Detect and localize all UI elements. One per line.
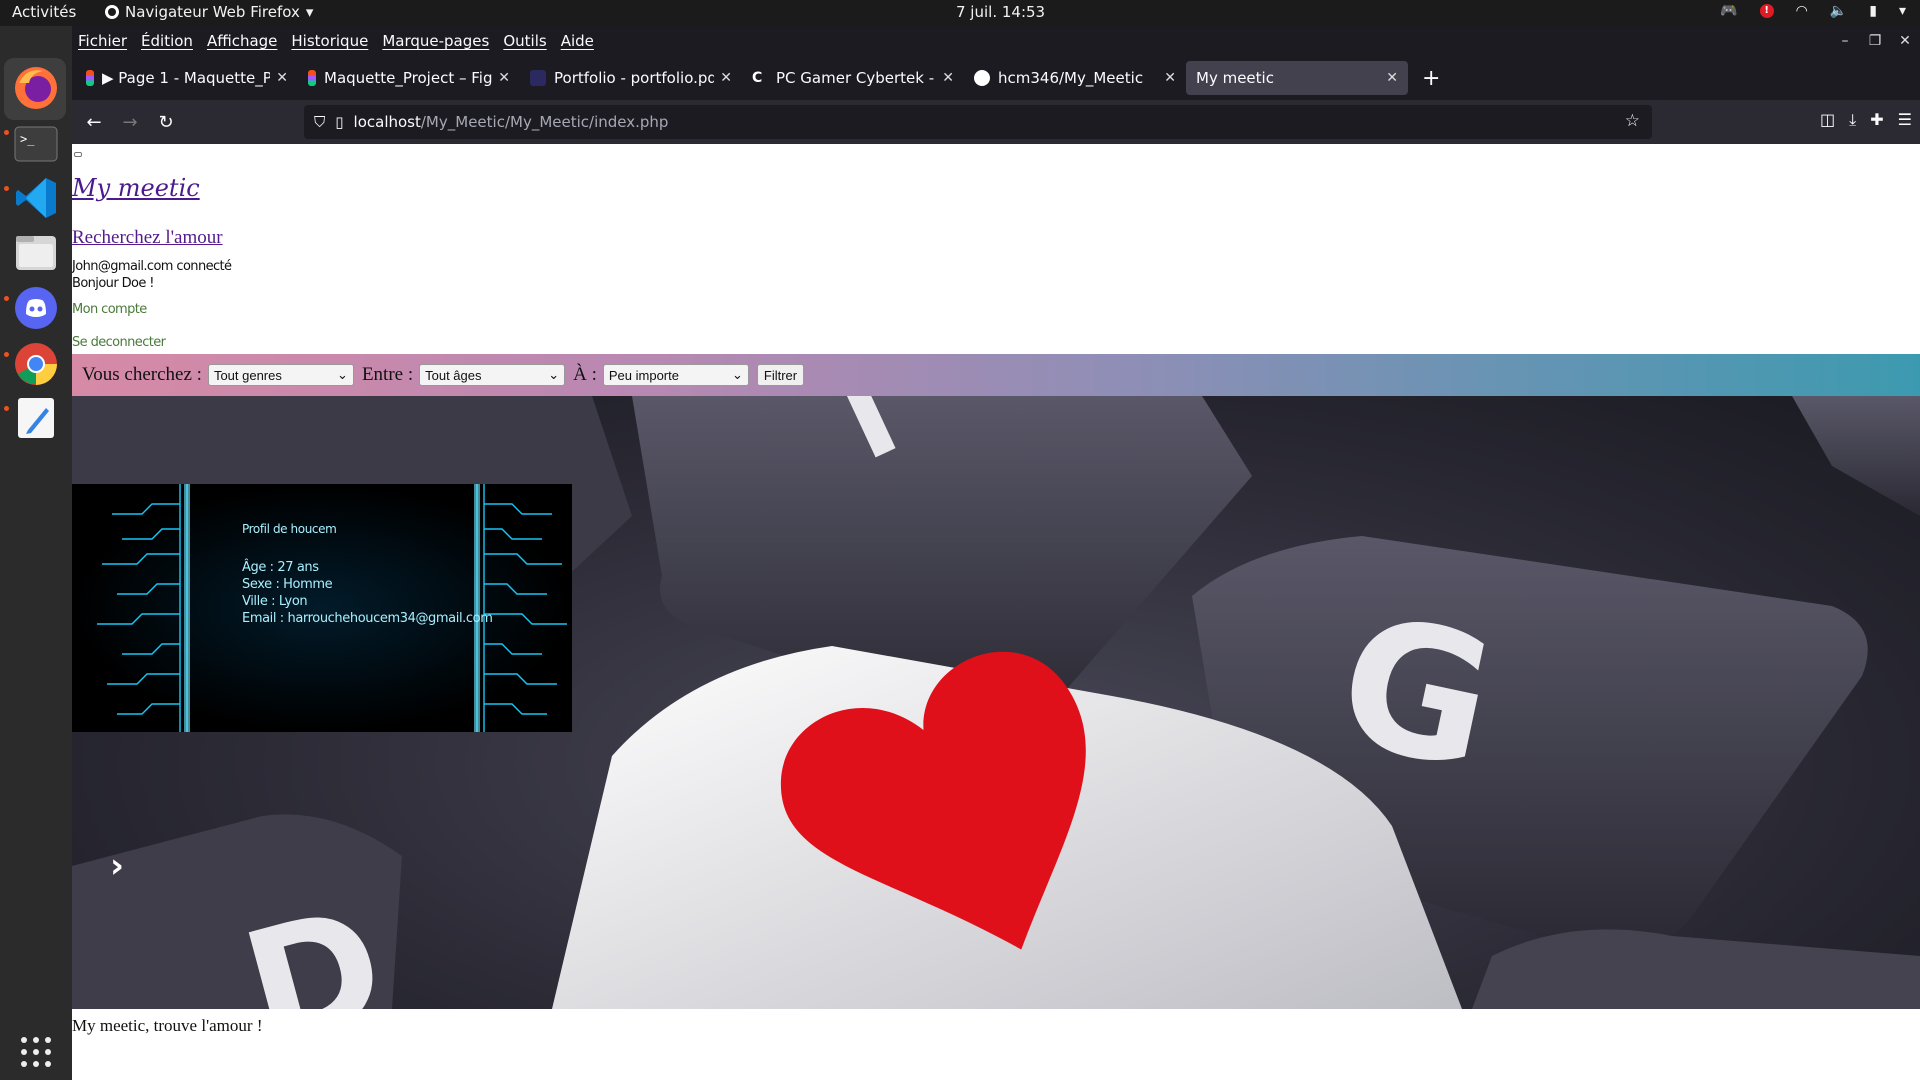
menu-bar: Fichier Édition Affichage Historique Mar… (72, 26, 1920, 56)
firefox-icon[interactable] (10, 62, 62, 114)
tab-cybertek[interactable]: C PC Gamer Cybertek - Ord ✕ (742, 61, 964, 95)
extensions-icon[interactable]: ✚ (1870, 110, 1883, 130)
app-menu[interactable]: Navigateur Web Firefox ▾ (105, 3, 313, 21)
text-editor-icon[interactable] (10, 392, 62, 444)
pdf-icon (530, 70, 546, 86)
site-logo[interactable]: My meetic (72, 174, 200, 202)
tab-github[interactable]: hcm346/My_Meetic ✕ (964, 61, 1186, 95)
menu-outils[interactable]: Outils (503, 32, 546, 50)
chevron-down-icon: ⌄ (731, 367, 743, 382)
url-host: localhost (353, 113, 421, 131)
search-love-link[interactable]: Recherchez l'amour (72, 227, 223, 249)
greeting-text: Bonjour Doe ! (72, 276, 155, 291)
wifi-icon: ◠ (1795, 3, 1808, 19)
filter-label-at: À : (573, 364, 597, 385)
profile-age: Âge : 27 ans (242, 560, 319, 575)
chevron-down-icon: ⌄ (548, 367, 560, 382)
account-link[interactable]: Mon compte (72, 302, 147, 317)
volume-icon: 🔈 (1829, 3, 1848, 19)
close-window-icon[interactable]: ✕ (1890, 26, 1920, 56)
tab-portfolio-pdf[interactable]: Portfolio - portfolio.pdf ✕ (520, 61, 742, 95)
chrome-icon[interactable] (10, 338, 62, 390)
menu-marque-pages[interactable]: Marque-pages (382, 32, 489, 50)
download-icon[interactable]: ⤓ (1849, 110, 1856, 130)
carousel-next-icon[interactable]: › (110, 846, 124, 886)
filter-label-search: Vous cherchez : (82, 364, 202, 385)
chevron-down-icon: ▾ (1898, 3, 1906, 19)
pocket-icon[interactable]: ◫ (1820, 110, 1835, 130)
dock: >_ (0, 26, 72, 1080)
age-select[interactable]: Tout âges ⌄ (419, 364, 566, 386)
terminal-icon[interactable]: >_ (10, 118, 62, 170)
url-bar[interactable]: ⛉ ▯ localhost/My_Meetic/My_Meetic/index.… (304, 105, 1652, 139)
shield-icon[interactable]: ⛉ (314, 113, 325, 131)
close-tab-icon[interactable]: ✕ (942, 70, 954, 86)
hero-carousel: G D Profil de houcem Âge: 27 ans Sexe:… (72, 396, 1920, 1009)
bookmark-star-icon[interactable]: ☆ (1625, 111, 1640, 131)
page-info-icon[interactable]: ▯ (335, 113, 343, 131)
tab-figma-page[interactable]: ▶ Page 1 - Maquette_Pro ✕ (76, 61, 298, 95)
close-tab-icon[interactable]: ✕ (1164, 70, 1176, 86)
profile-email: Email : harrouchehoucem34@gmail.com (242, 611, 493, 626)
tab-figma-project[interactable]: Maquette_Project – Figm ✕ (298, 61, 520, 95)
figma-icon (308, 70, 316, 86)
cybertek-icon: C (752, 70, 763, 86)
figma-icon (86, 70, 94, 86)
close-tab-icon[interactable]: ✕ (720, 70, 732, 86)
broken-button[interactable] (74, 152, 82, 157)
restore-icon[interactable]: ❐ (1860, 26, 1890, 56)
city-select[interactable]: Peu importe ⌄ (602, 364, 749, 386)
web-page: My meetic Recherchez l'amour John@gmail.… (72, 144, 1920, 1080)
close-tab-icon[interactable]: ✕ (1386, 70, 1398, 86)
hamburger-menu-icon[interactable]: ☰ (1898, 110, 1912, 130)
chevron-down-icon: ⌄ (337, 367, 348, 382)
tab-my-meetic[interactable]: My meetic ✕ (1186, 61, 1408, 95)
discord-icon[interactable] (10, 282, 62, 334)
menu-fichier[interactable]: Fichier (78, 32, 127, 50)
filter-bar: Vous cherchez : Tout genres ⌄ Entre : Tou… (72, 354, 1920, 396)
connected-status: John@gmail.com connecté (72, 259, 232, 274)
logout-link[interactable]: Se deconnecter (72, 335, 166, 350)
menu-edition[interactable]: Édition (141, 32, 193, 50)
system-top-bar: Activités Navigateur Web Firefox ▾ 7 jui… (0, 0, 1920, 26)
circuit-decoration-left (97, 484, 190, 732)
tab-bar: ▶ Page 1 - Maquette_Pro ✕ Maquette_Proje… (72, 56, 1920, 100)
menu-affichage[interactable]: Affichage (207, 32, 277, 50)
minimize-icon[interactable]: – (1830, 26, 1860, 56)
filter-label-between: Entre : (361, 364, 414, 385)
circuit-decoration-right (474, 484, 567, 732)
forward-arrow-icon[interactable]: → (112, 112, 148, 133)
new-tab-button[interactable]: + (1422, 66, 1440, 91)
back-arrow-icon[interactable]: ← (76, 112, 112, 133)
footer-text: My meetic, trouve l'amour ! (72, 1016, 263, 1035)
vscode-icon[interactable] (10, 172, 62, 224)
app-grid-icon[interactable] (10, 1026, 62, 1078)
chevron-down-icon: ▾ (305, 3, 314, 21)
activities-button[interactable]: Activités (12, 3, 76, 21)
menu-historique[interactable]: Historique (291, 32, 368, 50)
close-tab-icon[interactable]: ✕ (498, 70, 510, 86)
svg-text:>_: >_ (20, 132, 35, 146)
clock[interactable]: 7 juil. 14:53 (956, 3, 1045, 21)
navigation-bar: ← → ↻ ⛉ ▯ localhost/My_Meetic/My_Meetic/… (72, 100, 1920, 144)
discord-tray-icon[interactable]: 🎮 (1720, 3, 1737, 19)
filter-button[interactable]: Filtrer (756, 364, 805, 386)
profile-city: Ville : Lyon (242, 594, 308, 609)
reload-icon[interactable]: ↻ (148, 112, 184, 133)
github-icon (974, 70, 990, 86)
files-icon[interactable] (10, 226, 62, 278)
profile-sex: Sexe : Homme (242, 577, 333, 592)
menu-aide[interactable]: Aide (561, 32, 594, 50)
system-tray[interactable]: 🎮 ! ◠ 🔈 ▮ ▾ (1720, 3, 1906, 19)
gender-select[interactable]: Tout genres ⌄ (207, 364, 354, 386)
app-menu-label: Navigateur Web Firefox (125, 3, 300, 21)
close-tab-icon[interactable]: ✕ (276, 70, 288, 86)
url-path: /My_Meetic/My_Meetic/index.php (420, 113, 669, 131)
update-alert-icon[interactable]: ! (1759, 4, 1774, 18)
battery-icon: ▮ (1869, 3, 1877, 19)
profile-title: Profil de houcem (242, 522, 337, 536)
firefox-small-icon (105, 5, 119, 19)
profile-card[interactable]: Profil de houcem Âge : 27 ans Sexe : Hom… (72, 484, 572, 732)
firefox-window: Fichier Édition Affichage Historique Mar… (72, 26, 1920, 1080)
